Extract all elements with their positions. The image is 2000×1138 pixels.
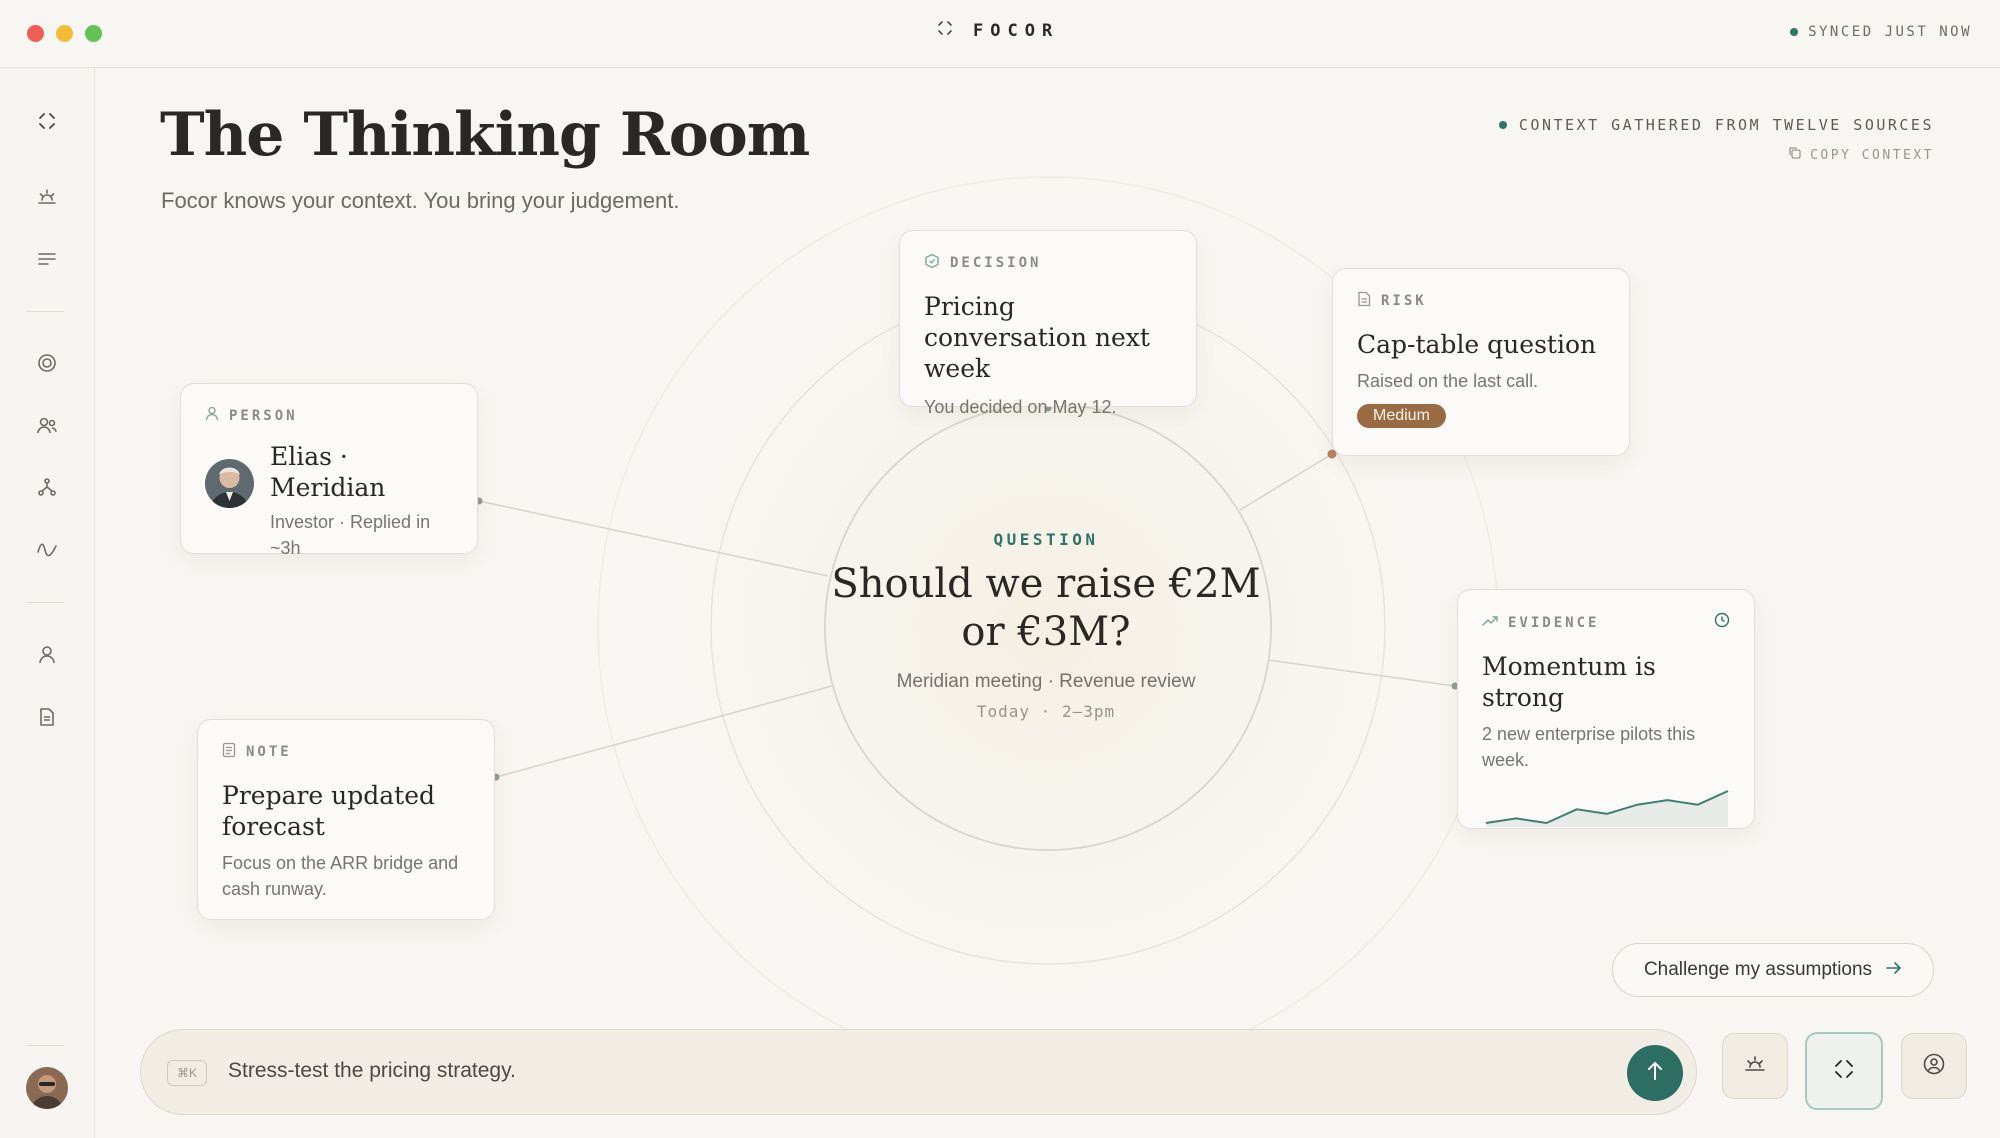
note-title: Prepare updated forecast [222, 781, 436, 841]
sunrise-icon [1743, 1053, 1767, 1080]
person-title: Elias · Meridian [270, 442, 386, 502]
note-card[interactable]: NOTE Prepare updated forecast Focus on t… [197, 719, 495, 920]
question-label: QUESTION [993, 530, 1099, 549]
risk-kind-label: RISK [1381, 293, 1427, 309]
hexagon-check-icon [924, 253, 940, 273]
note-kind-label: NOTE [246, 744, 292, 760]
evidence-body: 2 new enterprise pilots this week. [1482, 724, 1696, 770]
decision-card[interactable]: DECISION Pricing conversation next week … [899, 230, 1197, 417]
evidence-card[interactable]: EVIDENCE Momentum is strong 2 new enterp… [1457, 589, 1755, 829]
person-kind: PERSON [205, 406, 453, 425]
evidence-kind: EVIDENCE [1482, 615, 1599, 631]
risk-body: Raised on the last call. [1357, 371, 1539, 391]
person-kind-label: PERSON [229, 407, 298, 424]
person-card[interactable]: PERSON Elias · Meridian Investor · Repli… [180, 383, 478, 558]
risk-kind: RISK [1357, 291, 1605, 311]
timer-icon[interactable] [1714, 612, 1730, 633]
user-icon [205, 406, 219, 425]
account-button[interactable] [1901, 1033, 1967, 1099]
note-body: Focus on the ARR bridge and cash runway. [222, 853, 459, 899]
evidence-title: Momentum is strong [1482, 652, 1656, 712]
risk-level-badge: Medium [1357, 404, 1446, 428]
composer: ⌘K Stress-test the pricing strategy. [140, 1029, 1697, 1115]
decision-title: Pricing conversation next week [924, 292, 1150, 383]
sparkline-area [1486, 791, 1728, 827]
question-title: Should we raise €2M or €3M? [831, 561, 1261, 655]
shortcut-hint: ⌘K [167, 1060, 207, 1086]
composer-input[interactable]: Stress-test the pricing strategy. [228, 1059, 516, 1083]
decision-kind: DECISION [924, 253, 1172, 273]
risk-title: Cap-table question [1357, 330, 1597, 359]
focus-view-button[interactable] [1805, 1032, 1883, 1110]
focus-icon [1833, 1058, 1855, 1085]
note-icon [222, 742, 236, 762]
arrow-right-icon [1886, 959, 1902, 981]
challenge-label: Challenge my assumptions [1643, 959, 1873, 980]
person-avatar [205, 459, 254, 508]
evidence-sparkline [1485, 790, 1729, 827]
note-kind: NOTE [222, 742, 470, 762]
send-button[interactable] [1627, 1045, 1683, 1101]
person-body: Investor · Replied in ~3h [270, 512, 431, 558]
trend-up-icon [1482, 615, 1498, 631]
evidence-kind-label: EVIDENCE [1508, 614, 1600, 631]
sunrise-view-button[interactable] [1722, 1033, 1788, 1099]
arrow-up-icon [1646, 1061, 1664, 1086]
document-icon [1357, 291, 1371, 311]
question-time: Today · 2–3pm [976, 702, 1116, 721]
account-icon [1922, 1052, 1946, 1081]
decision-body: You decided on May 12. [924, 397, 1117, 417]
question-meta: Meridian meeting · Revenue review [896, 671, 1196, 692]
challenge-assumptions-button[interactable]: Challenge my assumptions [1612, 943, 1934, 997]
risk-card[interactable]: RISK Cap-table question Raised on the la… [1332, 268, 1630, 456]
decision-kind-label: DECISION [950, 255, 1042, 271]
